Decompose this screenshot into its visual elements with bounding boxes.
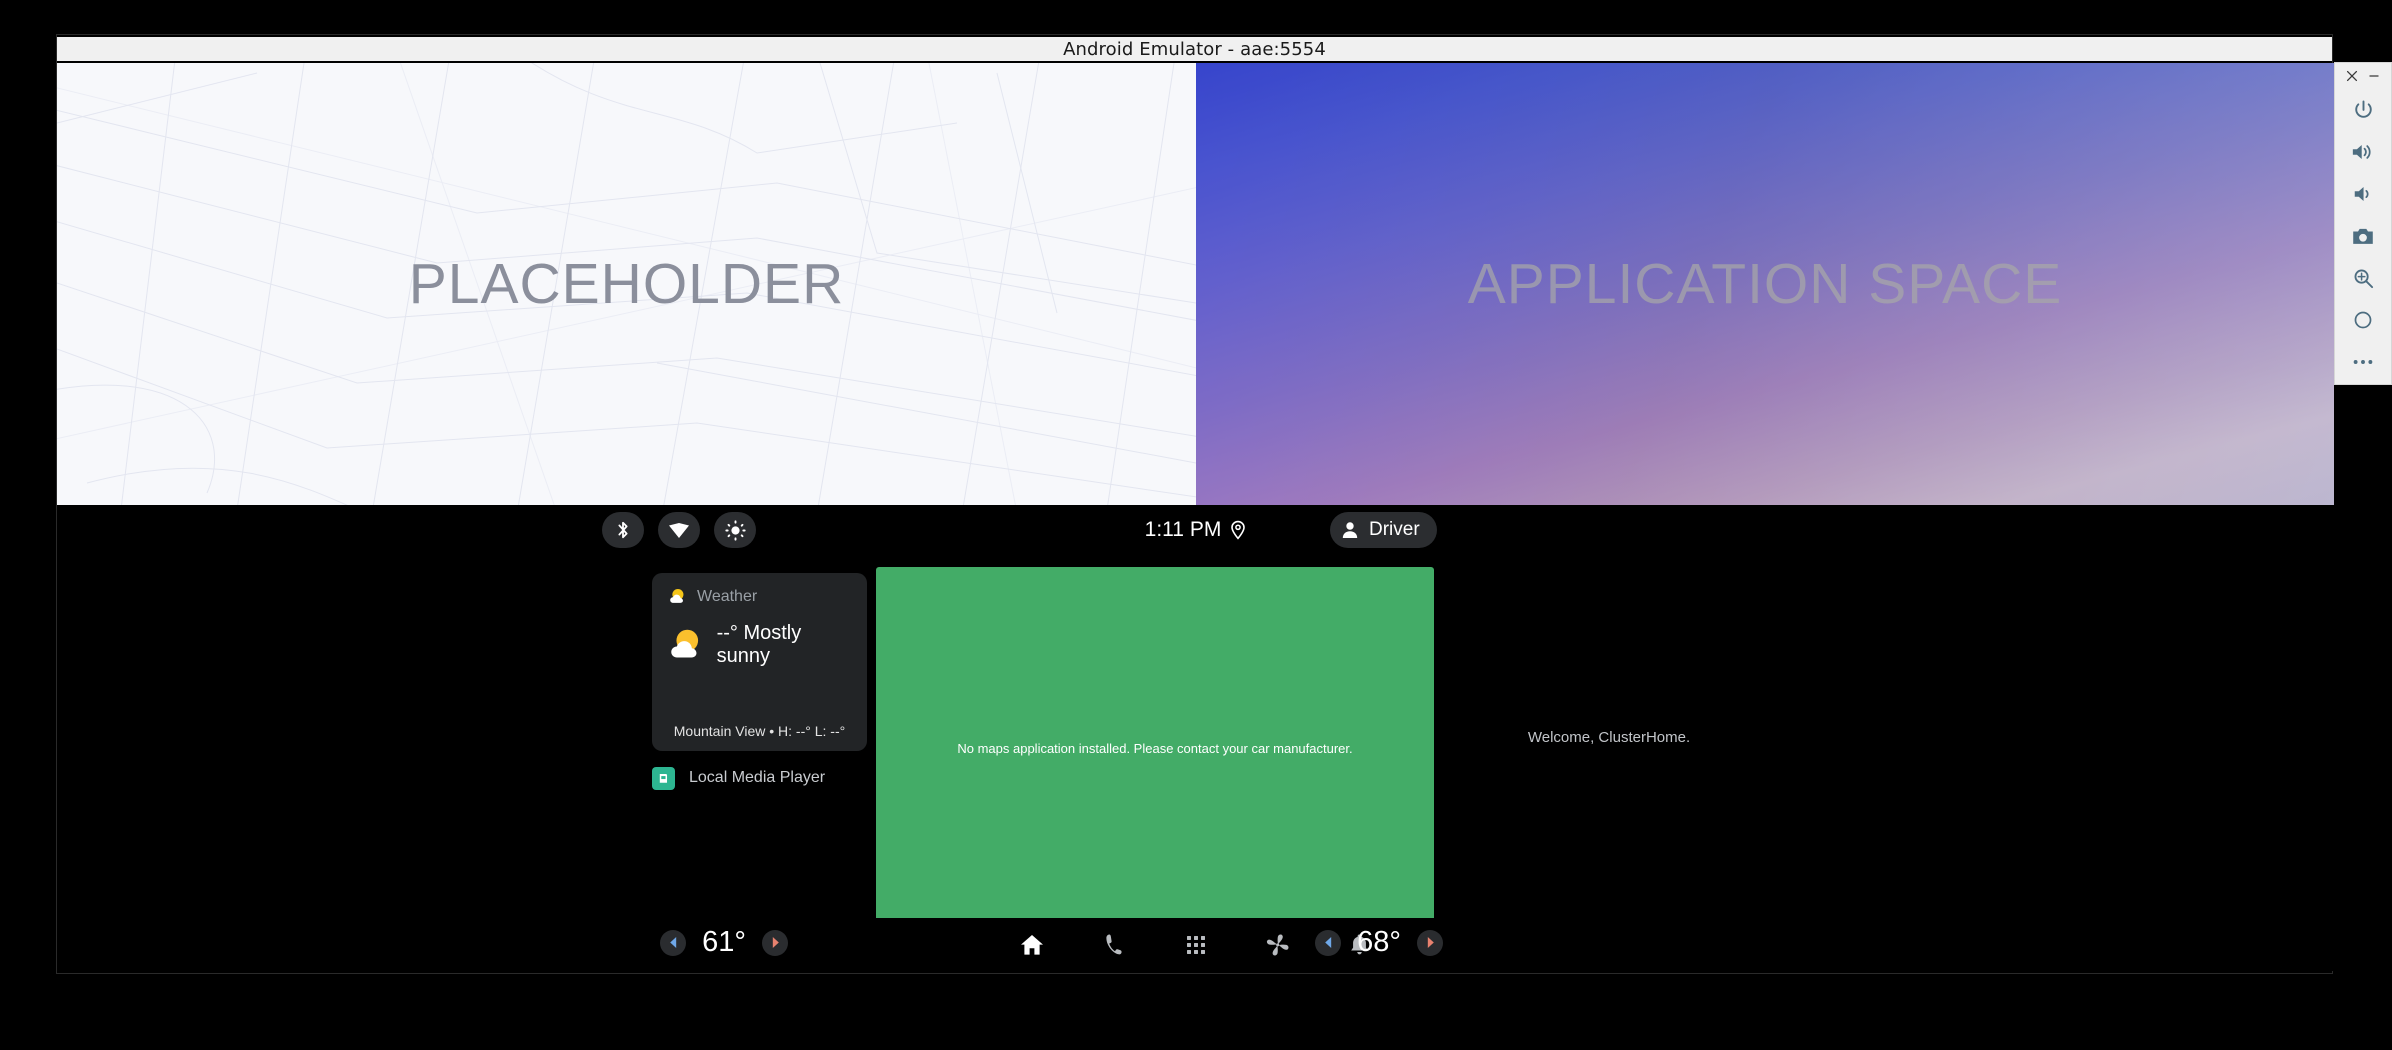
nav-icons-group [57,918,2334,971]
power-button-icon[interactable] [2340,89,2386,131]
power-glyph-icon [2354,100,2372,118]
chevron-left-icon [1324,937,1331,948]
weather-location-highlow: Mountain View • H: --° L: --° [673,723,846,739]
camera-screenshot-icon[interactable] [2340,215,2386,257]
chevron-right-icon [1427,937,1434,948]
application-space-label: APPLICATION SPACE [1467,252,2063,316]
status-bar: 1:11 PM Driver [57,505,2334,555]
emulator-window-controls [2335,63,2391,89]
desktop-background: Android Emulator - aae:5554 PLACEHOLDER … [0,0,2392,1050]
window-title: Android Emulator - aae:5554 [1063,38,1326,60]
media-app-icon [652,766,675,790]
cluster-welcome-text: Welcome, ClusterHome. [1527,729,1691,746]
increase-temperature-right-button[interactable] [1417,929,1443,956]
weather-card[interactable]: Weather --° Mostly sunny Mountain View •… [652,573,867,751]
weather-condition: --° Mostly sunny [716,622,802,667]
local-media-player-label: Local Media Player [689,769,826,786]
zoom-glyph-icon [2354,269,2373,288]
person-icon [1342,522,1358,538]
passenger-temperature-control: 68° [1315,926,1443,959]
circle-glyph-icon [2354,311,2372,329]
map-placeholder-label: PLACEHOLDER [408,252,845,316]
rotate-circle-icon[interactable] [2340,299,2386,341]
camera-glyph-icon [2353,228,2373,244]
climate-fan-icon[interactable] [1261,928,1295,962]
map-placeholder-panel[interactable]: PLACEHOLDER [57,63,1196,505]
user-profile-label: Driver [1369,519,1420,540]
weather-card-header: Weather [668,587,851,606]
phone-icon[interactable] [1097,928,1131,962]
phone-glyph-icon [1106,934,1122,955]
top-panels-row: PLACEHOLDER APPLICATION SPACE [57,63,2334,505]
clock-group: 1:11 PM [57,505,2334,555]
minimize-icon[interactable] [2365,67,2383,85]
user-profile-chip[interactable]: Driver [1330,512,1437,548]
close-glyph-icon [2346,70,2358,82]
zoom-icon[interactable] [2340,257,2386,299]
home-icon[interactable] [1015,928,1049,962]
passenger-temperature-value: 68° [1357,926,1401,958]
sun-cloud-icon [671,629,699,658]
android-screen: PLACEHOLDER APPLICATION SPACE 1:11 PM Dr… [57,63,2334,971]
emulator-window: Android Emulator - aae:5554 PLACEHOLDER … [56,34,2334,974]
maps-panel[interactable]: No maps application installed. Please co… [876,567,1434,929]
bottom-nav-bar: 61° 68° [57,918,2334,971]
close-icon[interactable] [2343,67,2361,85]
apps-grid-icon[interactable] [1179,928,1213,962]
fan-glyph-icon [1266,933,1289,956]
application-space-panel[interactable]: APPLICATION SPACE [1196,63,2334,505]
volume-down-icon[interactable] [2340,173,2386,215]
minimize-glyph-icon [2369,75,2379,77]
maps-missing-message: No maps application installed. Please co… [957,740,1353,756]
more-options-icon[interactable] [2340,341,2386,383]
volume-up-glyph-icon [2352,144,2371,160]
home-body-area: Weather --° Mostly sunny Mountain View •… [57,555,2334,971]
media-glyph-icon [659,773,668,783]
more-dots-glyph-icon [2353,360,2373,364]
volume-up-icon[interactable] [2340,131,2386,173]
volume-down-glyph-icon [2354,187,2369,201]
emulator-side-toolbar [2334,62,2392,385]
weather-current: --° Mostly sunny [668,622,851,668]
decrease-temperature-right-button[interactable] [1315,929,1341,956]
emulator-titlebar[interactable]: Android Emulator - aae:5554 [57,35,2332,63]
apps-grid-glyph-icon [1186,935,1205,954]
home-glyph-icon [1020,934,1043,955]
local-media-player-row[interactable]: Local Media Player [652,763,867,793]
sun-cloud-icon [670,588,684,603]
status-clock: 1:11 PM [1144,518,1222,541]
location-pin-icon [1231,520,1246,540]
weather-card-title: Weather [697,587,758,605]
